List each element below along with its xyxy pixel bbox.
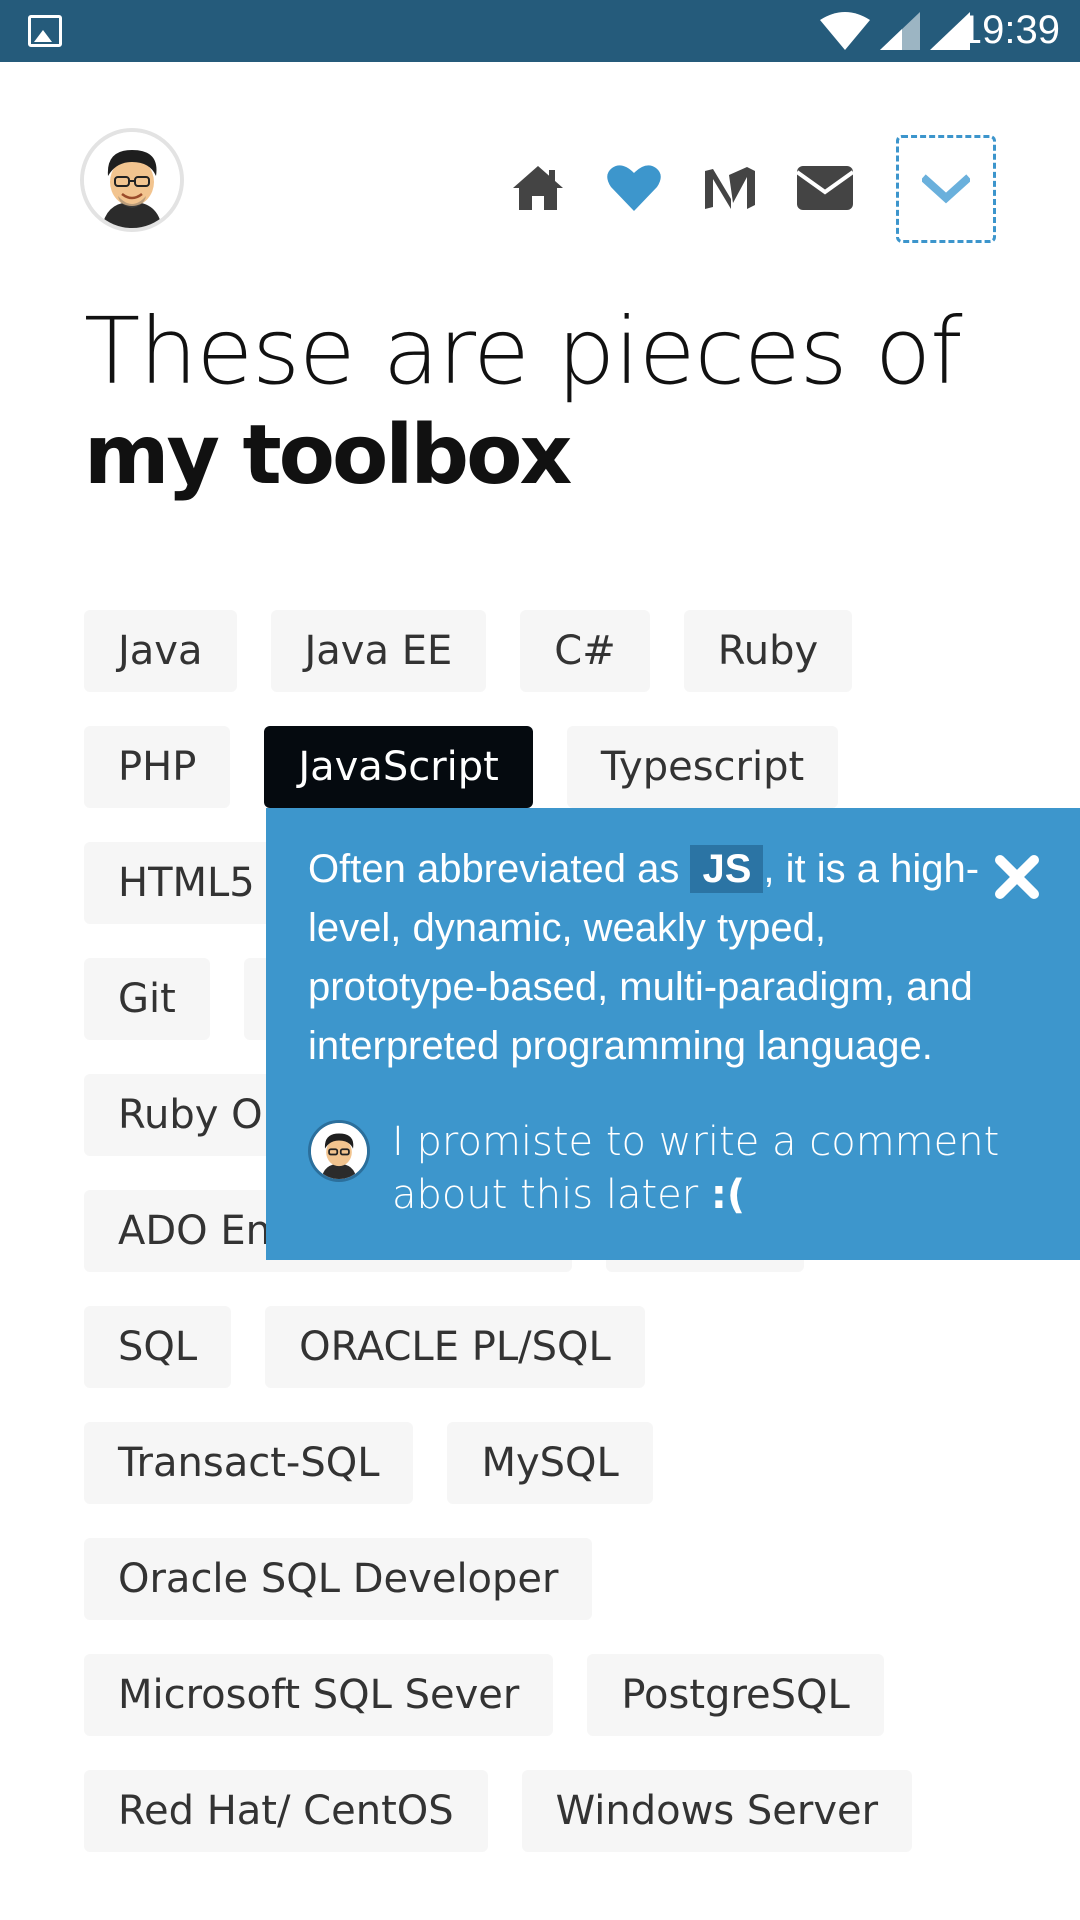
tag-java[interactable]: Java [84, 610, 237, 692]
tag-php[interactable]: PHP [84, 726, 231, 808]
avatar[interactable] [80, 128, 184, 232]
tag-sql[interactable]: SQL [84, 1306, 232, 1388]
tag-csharp[interactable]: C# [520, 610, 650, 692]
heart-icon[interactable] [606, 160, 662, 216]
signal-icon [880, 12, 920, 50]
tag-oracle-sql-developer[interactable]: Oracle SQL Developer [84, 1538, 593, 1620]
headline-line1: These are pieces of [84, 298, 963, 405]
tag-row: Red Hat/ CentOS Windows Server [84, 1770, 1004, 1852]
tag-microsoft-sql-server[interactable]: Microsoft SQL Sever [84, 1654, 554, 1736]
popover-text-before: Often abbreviated as [308, 847, 691, 891]
wifi-icon [820, 12, 870, 50]
comment-body: I promiste to write a comment about this… [392, 1119, 1000, 1218]
mail-icon[interactable] [797, 160, 853, 216]
tag-transact-sql[interactable]: Transact-SQL [84, 1422, 414, 1504]
status-time: 19:39 [959, 8, 1060, 52]
tag-row: Microsoft SQL Sever PostgreSQL [84, 1654, 1004, 1736]
tag-row: Oracle SQL Developer [84, 1538, 1004, 1620]
image-icon [28, 15, 62, 47]
tag-mysql[interactable]: MySQL [447, 1422, 653, 1504]
tag-oracle-plsql[interactable]: ORACLE PL/SQL [265, 1306, 645, 1388]
comment-emote: :( [710, 1172, 746, 1218]
comment-avatar-icon [308, 1120, 370, 1182]
tag-popover: Often abbreviated as JS, it is a high-le… [266, 808, 1080, 1260]
menu-toggle-button[interactable] [896, 135, 996, 243]
tag-postgresql[interactable]: PostgreSQL [587, 1654, 884, 1736]
close-icon[interactable] [994, 854, 1040, 900]
chevron-down-icon [922, 174, 970, 204]
tag-ruby[interactable]: Ruby [683, 610, 853, 692]
status-bar: 19:39 [0, 0, 1080, 62]
tag-java-ee[interactable]: Java EE [270, 610, 487, 692]
page-title: These are pieces of my toolbox [84, 300, 984, 508]
tag-windows-server[interactable]: Windows Server [521, 1770, 913, 1852]
home-icon[interactable] [510, 160, 566, 216]
tag-typescript[interactable]: Typescript [566, 726, 839, 808]
avatar-face-icon [84, 132, 180, 228]
popover-comment: I promiste to write a comment about this… [308, 1116, 1012, 1222]
tag-row: PHP JavaScript Typescript [84, 726, 1004, 826]
comment-text: I promiste to write a comment about this… [392, 1116, 1012, 1222]
status-icons [820, 12, 970, 50]
popover-abbr: JS [690, 845, 764, 893]
tag-html5[interactable]: HTML5 [84, 842, 289, 924]
tag-javascript[interactable]: JavaScript [264, 726, 533, 826]
medium-icon[interactable] [702, 160, 758, 216]
popover-description: Often abbreviated as JS, it is a high-le… [308, 840, 1008, 1076]
tag-redhat-centos[interactable]: Red Hat/ CentOS [84, 1770, 488, 1852]
tag-git[interactable]: Git [84, 958, 210, 1040]
tag-row: Java Java EE C# Ruby [84, 610, 1004, 692]
headline-line2: my toolbox [84, 408, 572, 503]
tag-row: Transact-SQL MySQL [84, 1422, 1004, 1504]
tag-row: SQL ORACLE PL/SQL [84, 1306, 1004, 1388]
